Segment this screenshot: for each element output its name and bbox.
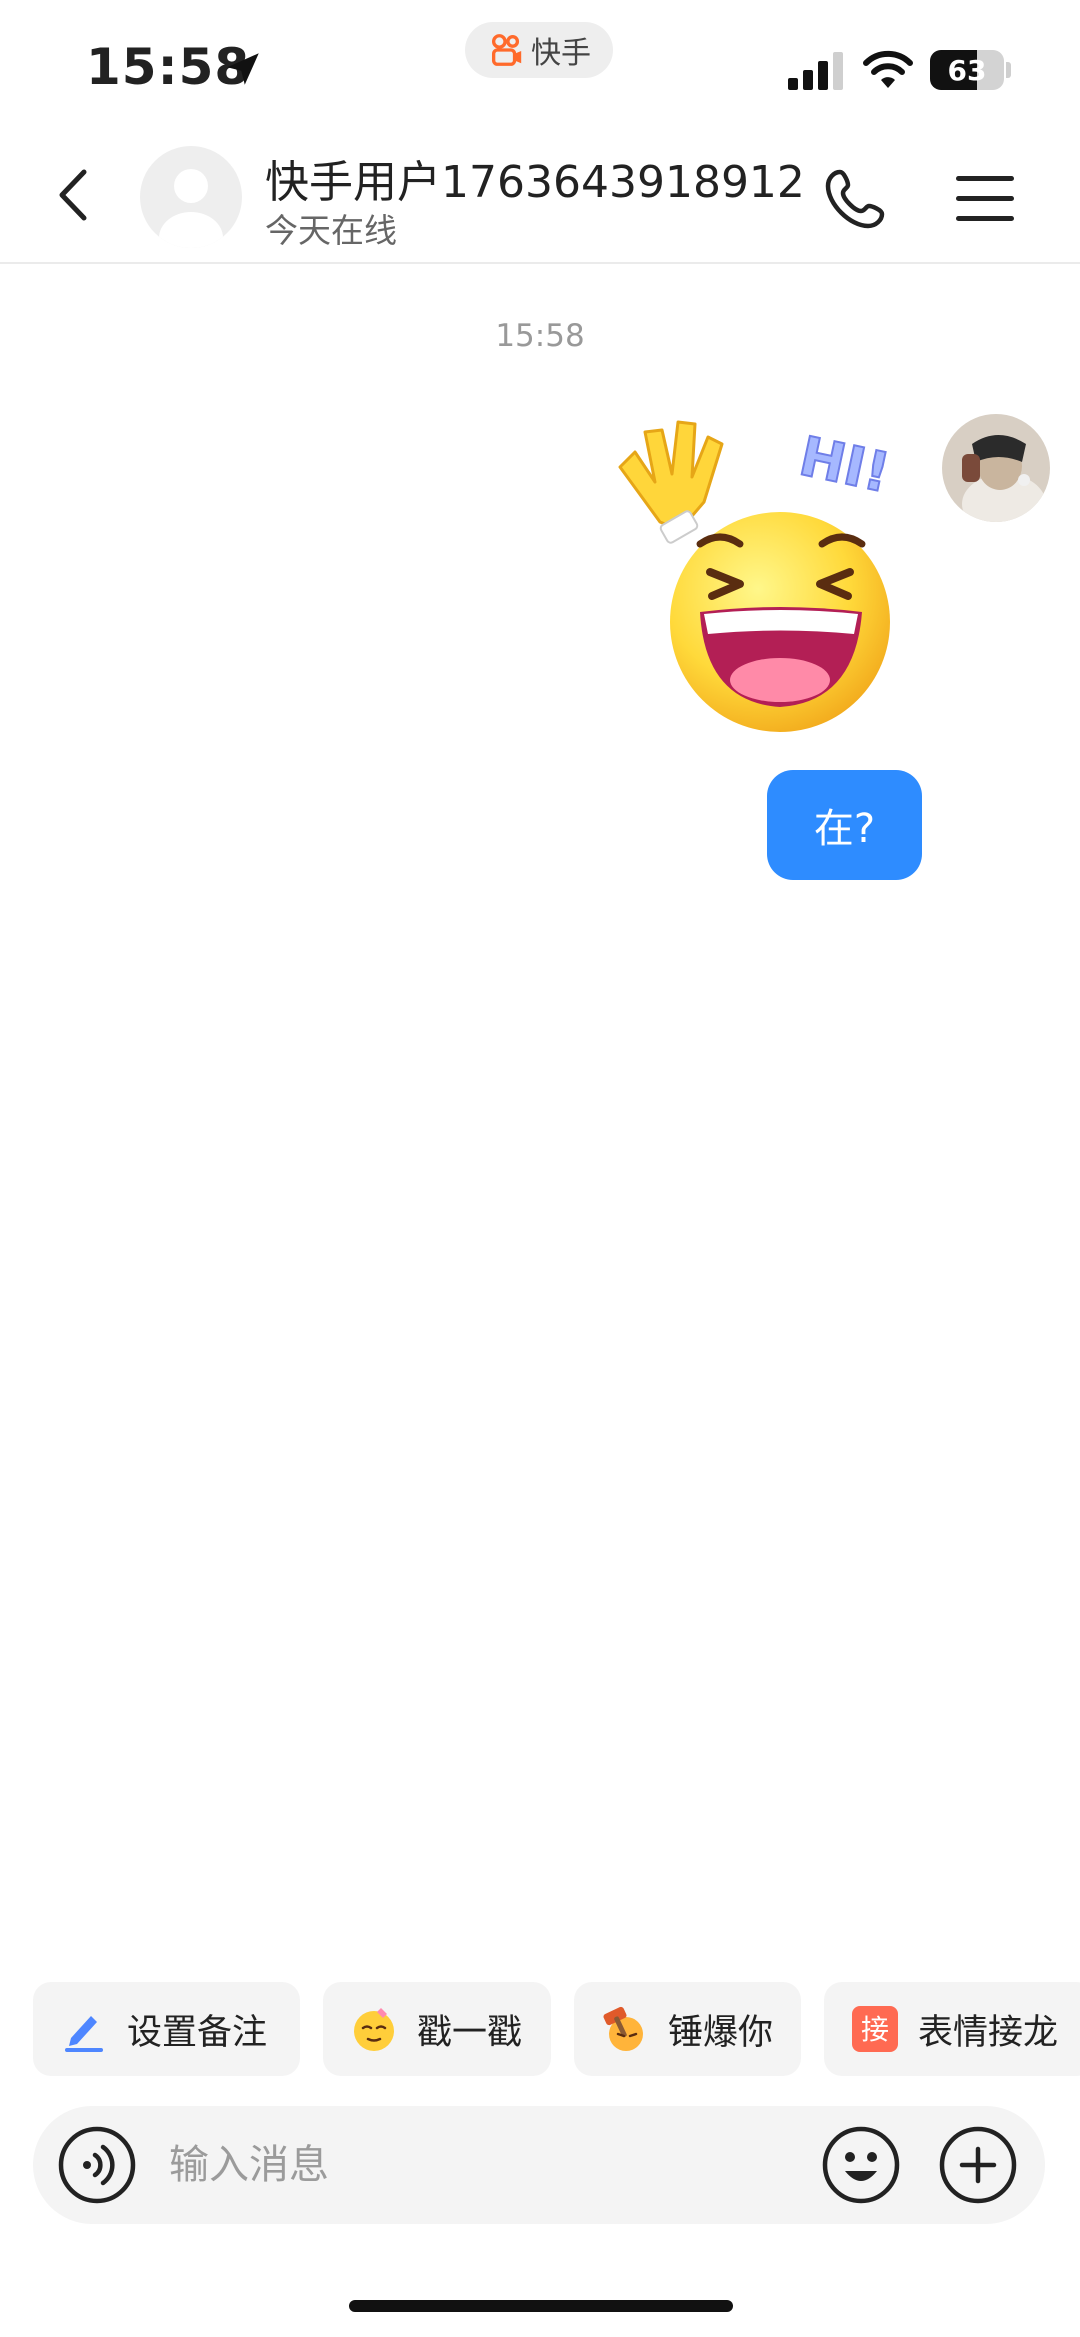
kuaishou-logo-icon	[491, 34, 522, 66]
sticker-relay-chip[interactable]: 接 表情接龙	[824, 1982, 1080, 2076]
chip-label: 锤爆你	[668, 2012, 774, 2053]
contact-name[interactable]: 快手用户1763643918912	[265, 146, 805, 210]
home-indicator[interactable]	[349, 2300, 733, 2312]
wifi-icon	[863, 50, 913, 88]
waving-hand-icon	[618, 420, 724, 544]
voice-input-icon[interactable]	[57, 2125, 137, 2205]
message-timestamp: 15:58	[495, 318, 585, 354]
app-pill-label: 快手	[531, 36, 591, 71]
my-avatar[interactable]	[942, 414, 1050, 522]
chat-screen: 15:58 快手 63 快手用户1763643918912 今天在线 15:58…	[0, 0, 1080, 2337]
phone-call-icon[interactable]	[822, 166, 888, 232]
chip-label: 设置备注	[127, 2012, 268, 2053]
battery-icon: 63	[930, 50, 1004, 90]
chat-header: 快手用户1763643918912 今天在线	[0, 130, 1080, 264]
battery-level: 63	[947, 53, 987, 87]
message-input-bar	[33, 2106, 1045, 2224]
svg-text:HI!: HI!	[794, 424, 895, 504]
contact-avatar[interactable]	[140, 146, 242, 248]
quick-actions-bar: 设置备注 戳一戳 锤爆你 接 表情接龙	[0, 1982, 1080, 2076]
set-remark-chip[interactable]: 设置备注	[33, 1982, 300, 2076]
sticker-relay-icon: 接	[852, 2006, 898, 2052]
message-bubble-text[interactable]: 在?	[767, 770, 922, 880]
hammer-chip[interactable]: 锤爆你	[574, 1982, 801, 2076]
message-input[interactable]	[169, 2130, 789, 2200]
location-arrow-icon	[227, 53, 259, 85]
hi-text-decoration: HI!	[793, 423, 896, 505]
cellular-signal-icon	[788, 52, 843, 90]
hammer-emoji-icon	[603, 2006, 643, 2051]
hi-wave-laughing-sticker[interactable]: HI!	[600, 412, 930, 742]
battery-cap	[1006, 62, 1011, 78]
chip-label: 戳一戳	[417, 2012, 523, 2053]
back-to-app-pill[interactable]: 快手	[465, 22, 613, 78]
svg-text:接: 接	[861, 2013, 889, 2046]
plus-icon[interactable]	[938, 2125, 1018, 2205]
chip-label: 表情接龙	[918, 2012, 1059, 2053]
pencil-icon	[65, 2016, 103, 2052]
avatar-photo	[942, 414, 1050, 522]
emoji-icon[interactable]	[821, 2125, 901, 2205]
menu-icon[interactable]	[954, 168, 1016, 228]
poke-chip[interactable]: 戳一戳	[323, 1982, 551, 2076]
default-user-icon	[159, 169, 223, 248]
poke-emoji-icon	[354, 2008, 394, 2051]
online-status: 今天在线	[265, 211, 397, 250]
back-icon[interactable]	[44, 160, 104, 230]
